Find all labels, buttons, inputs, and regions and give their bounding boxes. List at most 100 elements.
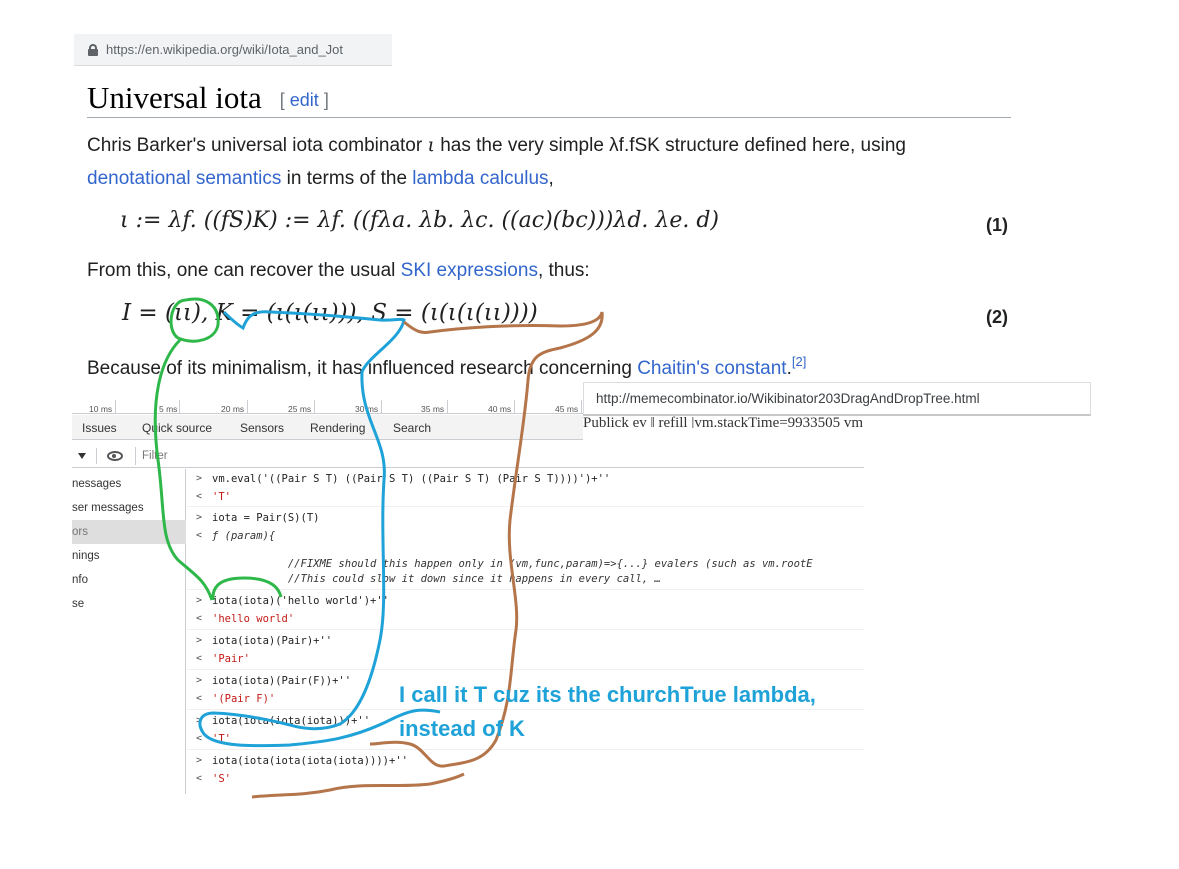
tab-rendering[interactable]: Rendering	[310, 421, 365, 435]
sidebar-item-errors[interactable]: ors	[72, 520, 186, 544]
console-result: 'hello world'	[212, 613, 295, 625]
paragraph-ski: From this, one can recover the usual SKI…	[87, 254, 590, 287]
section-heading: Universal iota [ edit ]	[87, 78, 1011, 118]
console-result: 'S'	[212, 773, 231, 785]
console-result: 'T'	[212, 733, 231, 745]
tick-label: 40 ms	[488, 404, 512, 414]
output-prompt: <	[196, 773, 203, 784]
tick-label: 10 ms	[89, 404, 113, 414]
link-lambda-calculus[interactable]: lambda calculus	[412, 168, 548, 189]
tick-line	[115, 400, 116, 414]
output-prompt: <	[196, 653, 203, 664]
tick-label: 45 ms	[555, 404, 579, 414]
text: Chris Barker's universal iota combinator	[87, 135, 428, 156]
input-prompt: >	[196, 473, 203, 484]
console-result[interactable]: ƒ (param){	[212, 527, 275, 545]
input-prompt: >	[196, 512, 203, 523]
input-prompt: >	[196, 595, 203, 606]
console-code[interactable]: iota(iota(iota(iota)))+''	[212, 712, 370, 730]
console-comment: //This could slow it down since it happe…	[212, 573, 661, 585]
wiki-address-bar[interactable]: https://en.wikipedia.org/wiki/Iota_and_J…	[74, 34, 392, 66]
sidebar-item-info[interactable]: nfo	[72, 568, 186, 592]
tick-label: 35 ms	[421, 404, 445, 414]
equation-1: ι := λf. ((fS)K) := λf. ((fλa. λb. λc. (…	[120, 208, 720, 233]
equation-2: I = (ιι), K = (ι(ι(ιι))), S = (ι(ι(ι(ιι)…	[122, 300, 538, 326]
filter-input[interactable]: Filter	[135, 446, 168, 465]
console-code[interactable]: iota(iota)(Pair(F))+''	[212, 672, 351, 690]
equation-1-number: (1)	[986, 215, 1008, 235]
tick-line	[381, 400, 382, 414]
tick-line	[314, 400, 315, 414]
output-prompt: <	[196, 693, 203, 704]
tick-label: 20 ms	[221, 404, 245, 414]
link-denotational-semantics[interactable]: denotational semantics	[87, 168, 281, 189]
edit-bracket-close: ]	[318, 90, 329, 110]
reference-2[interactable]: [2]	[792, 354, 806, 369]
console-entry: > iota(iota(iota(iota(iota))))+'' < 'S'	[187, 751, 864, 791]
console-result: 'T'	[212, 491, 231, 503]
sidebar-item-warnings[interactable]: nings	[72, 544, 186, 568]
console-entry: > iota(iota)('hello world')+'' < 'hello wo…	[187, 591, 864, 630]
input-prompt: >	[196, 715, 203, 726]
output-prompt: <	[196, 530, 203, 541]
tick-line	[179, 400, 180, 414]
paragraph-intro: Chris Barker's universal iota combinator…	[87, 129, 1017, 195]
tick-line	[514, 400, 515, 414]
console-result: 'Pair'	[212, 653, 250, 665]
link-ski-expressions[interactable]: SKI expressions	[401, 260, 538, 281]
tab-sensors[interactable]: Sensors	[240, 421, 284, 435]
console-toolbar: Filter	[72, 444, 864, 468]
console-code[interactable]: vm.eval('((Pair S T) ((Pair S T) ((Pair …	[212, 470, 610, 488]
text: From this, one can recover the usual	[87, 260, 401, 281]
context-dropdown-icon[interactable]	[78, 452, 86, 459]
console-sidebar: nessages ser messages ors nings nfo se	[72, 469, 186, 794]
link-chaitins-constant[interactable]: Chaitin's constant	[637, 358, 786, 379]
console-code[interactable]: iota(iota)(Pair)+''	[212, 632, 332, 650]
console-code[interactable]: iota(iota)('hello world')+''	[212, 592, 389, 610]
eye-icon[interactable]	[107, 450, 123, 461]
console-entry: > vm.eval('((Pair S T) ((Pair S T) ((Pair…	[187, 469, 864, 507]
tick-label: 30 ms	[355, 404, 379, 414]
sidebar-item-verbose[interactable]: se	[72, 592, 186, 616]
edit-bracket-open: [	[279, 90, 290, 110]
iota-symbol: ι	[427, 134, 435, 156]
output-prompt: <	[196, 733, 203, 744]
lock-icon	[88, 43, 98, 56]
tab-search[interactable]: Search	[393, 421, 431, 435]
sidebar-item-messages[interactable]: nessages	[72, 472, 186, 496]
tick-label: 25 ms	[288, 404, 312, 414]
sidebar-item-user-messages[interactable]: ser messages	[72, 496, 186, 520]
output-prompt: <	[196, 491, 203, 502]
console-entry: > iota = Pair(S)(T) < ƒ (param){ //FIXME s…	[187, 508, 864, 590]
tick-line	[447, 400, 448, 414]
input-prompt: >	[196, 635, 203, 646]
console-entry: > iota(iota)(Pair)+'' < 'Pair'	[187, 631, 864, 670]
output-prompt: <	[196, 613, 203, 624]
console-code[interactable]: iota = Pair(S)(T)	[212, 509, 319, 527]
tick-line	[581, 400, 582, 414]
console-code[interactable]: iota(iota(iota(iota(iota))))+''	[212, 752, 408, 770]
text: , thus:	[537, 260, 590, 281]
tab-quick-source[interactable]: Quick source	[142, 421, 212, 435]
wiki-url: https://en.wikipedia.org/wiki/Iota_and_J…	[106, 42, 344, 57]
toolbar-divider	[96, 447, 97, 464]
input-prompt: >	[196, 675, 203, 686]
annotation-note: I call it T cuz its the churchTrue lambd…	[399, 682, 816, 741]
memecombinator-url: http://memecombinator.io/Wikibinator203D…	[596, 391, 980, 406]
section-title: Universal iota	[87, 80, 262, 115]
text: ,	[548, 168, 554, 189]
paragraph-minimalism: Because of its minimalism, it has influe…	[87, 345, 806, 385]
drawer-tabs: Issues Quick source Sensors Rendering Se…	[72, 415, 583, 440]
equation-2-number: (2)	[986, 307, 1008, 327]
edit-link[interactable]: edit	[290, 90, 319, 110]
clipped-page-text: Publick ev ‖ refill |vm.stackTime=993350…	[583, 416, 864, 428]
tick-line	[247, 400, 248, 414]
memecombinator-address-bar[interactable]: http://memecombinator.io/Wikibinator203D…	[583, 382, 1091, 416]
text: in terms of the	[281, 168, 413, 189]
edit-section: [ edit ]	[280, 90, 329, 111]
tab-issues[interactable]: Issues	[82, 421, 117, 435]
performance-timeline: 10 ms 5 ms 20 ms 25 ms 30 ms 35 ms 40 ms…	[72, 398, 583, 414]
text: Because of its minimalism, it has influe…	[87, 358, 638, 379]
tick-label: 5 ms	[159, 404, 178, 414]
input-prompt: >	[196, 755, 203, 766]
